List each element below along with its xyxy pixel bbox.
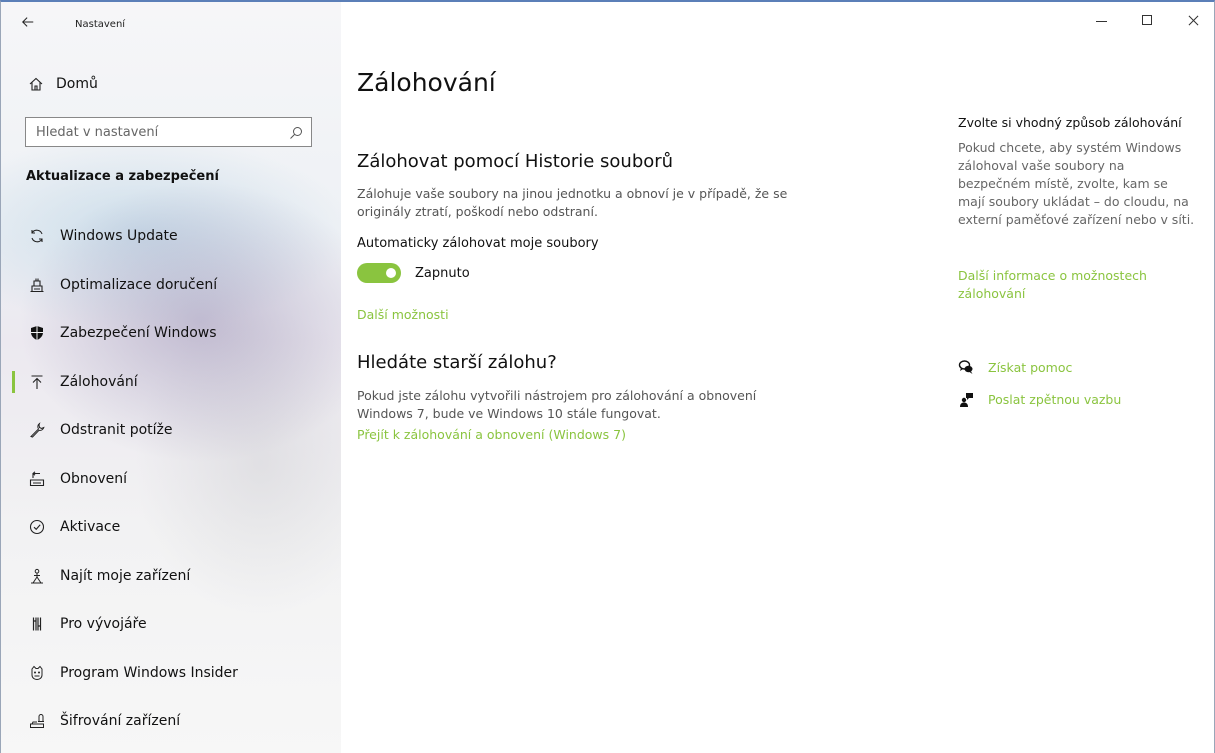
sidebar-item-label: Najít moje zařízení [60,567,191,584]
auto-backup-toggle-row: Zapnuto [357,263,470,283]
refresh-icon [28,227,46,245]
feedback-icon [958,391,974,407]
developer-icon [28,615,46,633]
main-content: Zálohování Zálohovat pomocí Historie sou… [357,2,937,753]
sidebar-item-label: Zabezpečení Windows [60,325,217,342]
back-button[interactable] [21,15,45,35]
aside-title: Zvolte si vhodný způsob zálohování [958,115,1182,130]
sidebar-item-delivery-optimization[interactable]: Optimalizace doručení [1,261,341,310]
minimize-button[interactable] [1078,2,1124,38]
older-backup-description: Pokud jste zálohu vytvořili nástrojem pr… [357,388,757,421]
home-icon [28,76,44,92]
find-device-icon [28,567,46,585]
get-help-link[interactable]: Získat pomoc [958,359,1072,375]
backup-arrow-icon [28,373,46,391]
page-title: Zálohování [357,68,496,97]
windows7-backup-link[interactable]: Přejít k zálohování a obnovení (Windows … [357,427,626,442]
sidebar-item-find-my-device[interactable]: Najít moje zařízení [1,552,341,601]
wrench-icon [28,421,46,439]
more-options-link[interactable]: Další možnosti [357,307,449,322]
auto-backup-toggle[interactable] [357,263,401,283]
search-box[interactable] [25,117,312,147]
older-backup-heading: Hledáte starší zálohu? [357,352,557,373]
sidebar-item-label: Optimalizace doručení [60,276,218,293]
send-feedback-label: Poslat zpětnou vazbu [988,391,1122,407]
sidebar: Domů Aktualizace a zabezpečení Windows U… [1,2,341,753]
app-title: Nastavení [75,19,126,30]
toggle-state-label: Zapnuto [415,265,470,281]
sidebar-item-activation[interactable]: Aktivace [1,503,341,552]
search-icon[interactable] [289,125,303,139]
back-arrow-icon [22,17,34,27]
sidebar-item-label: Aktivace [60,519,121,536]
sidebar-item-backup[interactable]: Zálohování [1,358,341,407]
check-circle-icon [28,518,46,536]
recovery-icon [28,470,46,488]
home-nav-item[interactable]: Domů [28,76,98,92]
sidebar-item-label: Odstranit potíže [60,422,173,439]
close-icon [1188,15,1198,25]
sidebar-item-label: Zálohování [60,373,138,390]
sidebar-item-windows-security[interactable]: Zabezpečení Windows [1,309,341,358]
more-info-link[interactable]: Další informace o možnostech zálohování [958,267,1188,303]
get-help-label: Získat pomoc [988,359,1073,375]
maximize-icon [1142,15,1152,25]
lock-drive-icon [28,712,46,730]
chat-help-icon [958,359,974,375]
insider-icon [28,664,46,682]
aside-description: Pokud chcete, aby systém Windows zálohov… [958,140,1195,227]
sidebar-item-windows-update[interactable]: Windows Update [1,212,341,261]
file-history-description: Zálohuje vaše soubory na jinou jednotku … [357,186,788,219]
delivery-optimization-icon [28,276,46,294]
sidebar-item-troubleshoot[interactable]: Odstranit potíže [1,406,341,455]
sidebar-item-label: Pro vývojáře [60,616,147,633]
maximize-button[interactable] [1124,2,1170,38]
toggle-knob [386,268,396,278]
sidebar-item-label: Windows Update [60,228,178,245]
sidebar-item-developers[interactable]: Pro vývojáře [1,600,341,649]
sidebar-nav: Windows Update Optimalizace doručení Zab… [1,212,341,746]
auto-backup-label: Automaticky zálohovat moje soubory [357,236,599,251]
search-input[interactable] [36,124,276,140]
sidebar-item-device-encryption[interactable]: Šifrování zařízení [1,697,341,746]
sidebar-item-windows-insider[interactable]: Program Windows Insider [1,649,341,698]
sidebar-item-label: Šifrování zařízení [60,713,181,730]
minimize-icon [1095,20,1107,22]
sidebar-item-label: Program Windows Insider [60,664,238,681]
sidebar-item-label: Obnovení [60,470,128,487]
send-feedback-link[interactable]: Poslat zpětnou vazbu [958,391,1121,407]
shield-icon [28,324,46,342]
sidebar-item-recovery[interactable]: Obnovení [1,455,341,504]
home-label: Domů [56,76,98,92]
close-button[interactable] [1170,2,1214,38]
section-title: Aktualizace a zabezpečení [26,169,219,184]
file-history-heading: Zálohovat pomocí Historie souborů [357,151,674,172]
window-controls [1078,2,1214,42]
settings-window: Domů Aktualizace a zabezpečení Windows U… [0,0,1215,753]
